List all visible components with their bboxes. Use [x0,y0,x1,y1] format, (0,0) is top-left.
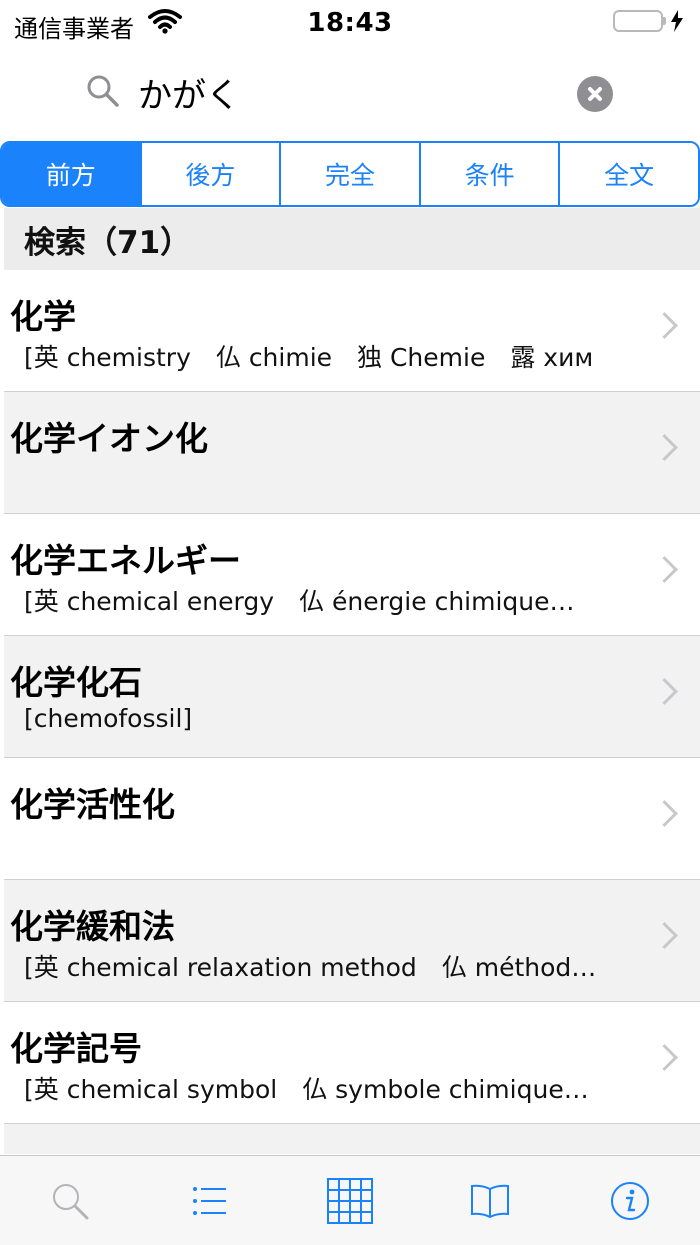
search-mode-segmented-control: 前方 後方 完全 条件 全文 [0,141,700,207]
charging-bolt-icon [671,10,683,32]
item-title: 化学緩和法 [10,907,175,946]
item-title: 化学エネルギー [10,541,241,580]
item-title: 化学化石 [10,663,142,702]
list-item[interactable]: 化学イオン化 [4,392,700,514]
battery-icon [613,10,684,32]
chevron-right-icon [651,800,678,827]
grid-icon [327,1177,373,1224]
list-item[interactable] [4,1124,700,1154]
item-subtitle: [chemofossil] [24,704,193,733]
search-icon [86,74,120,112]
search-bar [0,50,700,138]
item-subtitle: [英 chemistry 仏 chimie 独 Chemie 露 хим [24,343,594,372]
segment-condition[interactable]: 条件 [420,143,561,205]
item-title: 化学 [10,297,76,336]
item-title: 化学活性化 [10,785,175,824]
item-title: 化学記号 [10,1029,142,1068]
info-icon [611,1181,649,1220]
list-item[interactable]: 化学化石 [chemofossil] [4,636,700,758]
list-icon [193,1186,226,1215]
list-item[interactable]: 化学記号 [英 chemical symbol 仏 symbole chimiq… [4,1002,700,1124]
chevron-right-icon [651,1044,678,1071]
tab-info[interactable] [560,1156,700,1245]
chevron-right-icon [651,312,678,339]
status-bar: 通信事業者 18:43 [0,0,700,48]
clear-icon[interactable] [577,76,613,112]
segment-exact[interactable]: 完全 [281,143,421,205]
segment-fulltext[interactable]: 全文 [560,143,698,205]
tab-bar [0,1155,700,1245]
list-item[interactable]: 化学 [英 chemistry 仏 chimie 独 Chemie 露 хим [4,270,700,392]
item-subtitle: [英 chemical symbol 仏 symbole chimique… [24,1075,589,1104]
chevron-right-icon [651,434,678,461]
segment-forward[interactable]: 前方 [2,143,142,205]
tab-grid[interactable] [280,1156,420,1245]
segment-backward[interactable]: 後方 [141,143,282,205]
results-list: 化学 [英 chemistry 仏 chimie 独 Chemie 露 хим … [4,270,700,1154]
chevron-right-icon [651,678,678,705]
list-item[interactable]: 化学エネルギー [英 chemical energy 仏 énergie chi… [4,514,700,636]
book-icon [471,1184,509,1218]
item-subtitle: [英 chemical energy 仏 énergie chimique… [24,587,575,616]
search-input[interactable] [138,66,558,118]
list-item[interactable]: 化学活性化 [4,758,700,880]
section-header: 検索（71） [4,208,700,270]
chevron-right-icon [651,556,678,583]
tab-search[interactable] [0,1156,140,1245]
tab-book[interactable] [420,1156,560,1245]
tab-list[interactable] [140,1156,280,1245]
item-title: 化学イオン化 [10,419,208,458]
search-icon [53,1183,89,1219]
status-time: 18:43 [307,8,393,38]
chevron-right-icon [651,922,678,949]
list-item[interactable]: 化学緩和法 [英 chemical relaxation method 仏 mé… [4,880,700,1002]
item-subtitle: [英 chemical relaxation method 仏 méthod… [24,953,597,982]
